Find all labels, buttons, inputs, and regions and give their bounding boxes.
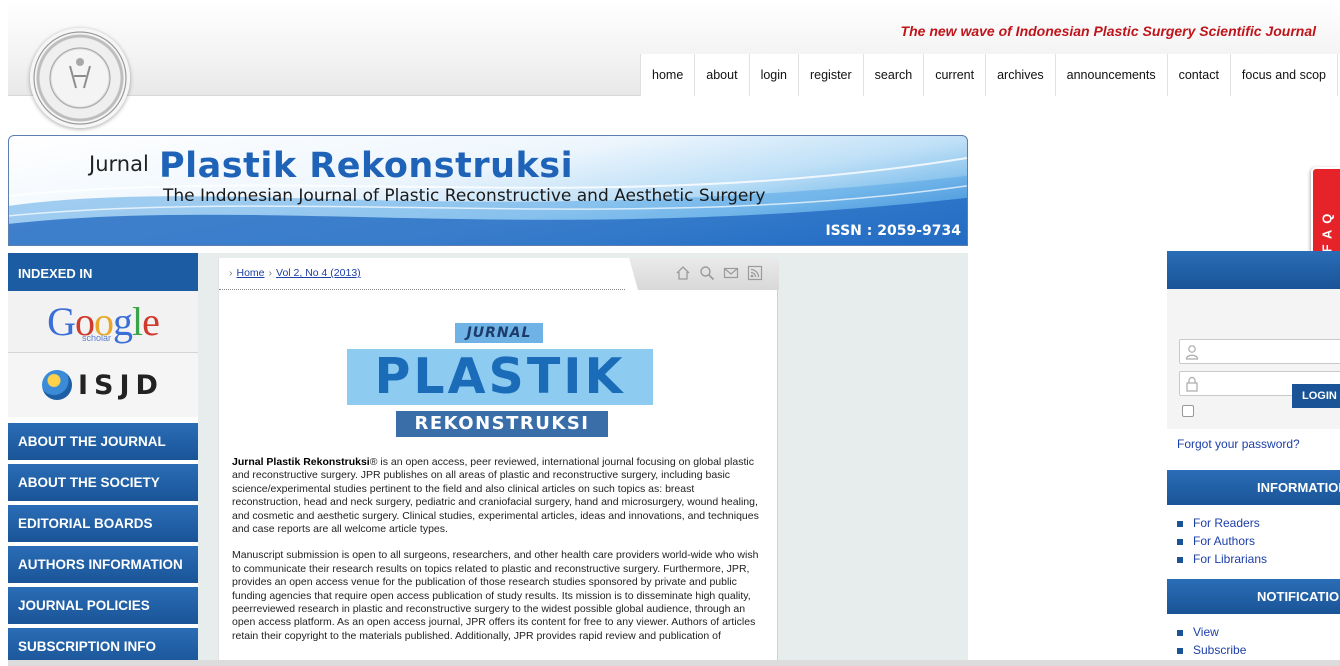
lock-icon	[1186, 376, 1198, 392]
nav-focus-and-scope[interactable]: focus and scop	[1231, 54, 1339, 96]
user-block-heading	[1167, 251, 1340, 289]
login-form	[1167, 289, 1340, 429]
google-letter: l	[132, 298, 143, 344]
link-for-readers[interactable]: For Readers	[1177, 514, 1267, 532]
nav-announcements[interactable]: announcements	[1056, 54, 1168, 96]
society-seal-logo[interactable]	[30, 28, 130, 128]
information-heading: INFORMATION	[1167, 470, 1340, 505]
banner-jurnal-word: Jurnal	[89, 152, 149, 176]
search-icon[interactable]	[699, 265, 715, 281]
nav-register[interactable]: register	[799, 54, 864, 96]
banner-subtitle: The Indonesian Journal of Plastic Recons…	[163, 186, 766, 206]
journal-banner[interactable]: Jurnal Plastik Rekonstruksi The Indonesi…	[8, 135, 968, 246]
nav-archives[interactable]: archives	[986, 54, 1056, 96]
link-subscribe-notifications[interactable]: Subscribe	[1177, 641, 1246, 659]
google-scholar-logo[interactable]: Google scholar	[8, 291, 198, 353]
left-sidebar: INDEXED IN Google scholar ISJD ABOUT THE…	[8, 253, 198, 666]
top-navigation: home about login register search current…	[640, 54, 1340, 96]
nav-login[interactable]: login	[750, 54, 799, 96]
mail-icon[interactable]	[723, 265, 739, 281]
user-icon	[1185, 345, 1199, 360]
jpr-logo-jurnal: JURNAL	[455, 323, 543, 343]
nav-search[interactable]: search	[864, 54, 925, 96]
intro-paragraph-2: Manuscript submission is open to all sur…	[232, 549, 759, 642]
nav-home[interactable]: home	[641, 54, 696, 96]
nav-current[interactable]: current	[924, 54, 987, 96]
google-letter: g	[113, 298, 133, 344]
jpr-logo-rekonstruksi: REKONSTRUKSI	[396, 411, 608, 437]
breadcrumb: › Home › Vol 2, No 4 (2013)	[225, 267, 361, 279]
information-links: For Readers For Authors For Librarians	[1177, 514, 1267, 568]
isjd-logo[interactable]: ISJD	[8, 353, 198, 419]
link-for-authors[interactable]: For Authors	[1177, 532, 1267, 550]
breadcrumb-separator-icon: ›	[268, 267, 273, 279]
google-scholar-subtitle: scholar	[82, 333, 112, 343]
menu-editorial-boards[interactable]: EDITORIAL BOARDS	[8, 505, 198, 542]
intro-paragraph-1: Jurnal Plastik Rekonstruksi® is an open …	[232, 456, 760, 536]
faq-label: FAQ	[1319, 207, 1334, 253]
nav-contact[interactable]: contact	[1168, 54, 1231, 96]
menu-about-the-society[interactable]: ABOUT THE SOCIETY	[8, 464, 198, 501]
username-field[interactable]	[1179, 339, 1340, 364]
menu-about-the-journal[interactable]: ABOUT THE JOURNAL	[8, 423, 198, 460]
menu-journal-policies[interactable]: JOURNAL POLICIES	[8, 587, 198, 624]
breadcrumb-home-link[interactable]: Home	[237, 267, 265, 279]
menu-authors-information[interactable]: AUTHORS INFORMATION	[8, 546, 198, 583]
breadcrumb-issue-link[interactable]: Vol 2, No 4 (2013)	[276, 267, 361, 279]
notifications-heading-label: NOTIFICATIONS	[1257, 589, 1340, 604]
page-tools	[675, 265, 763, 281]
breadcrumb-divider	[219, 289, 625, 290]
site-tagline: The new wave of Indonesian Plastic Surge…	[900, 23, 1316, 39]
link-for-librarians[interactable]: For Librarians	[1177, 550, 1267, 568]
link-view-notifications[interactable]: View	[1177, 623, 1246, 641]
right-sidebar: LOGIN Forgot your password? INFORMATION …	[1167, 251, 1340, 666]
main-content: › Home › Vol 2, No 4 (2013) JURNAL PLASTIK …	[218, 258, 779, 666]
globe-icon	[42, 370, 73, 400]
horizontal-scrollbar[interactable]	[8, 660, 1340, 666]
indexed-in-heading: INDEXED IN	[8, 253, 198, 291]
rss-icon[interactable]	[747, 265, 763, 281]
notification-links: View Subscribe	[1177, 623, 1246, 659]
jpr-logo-plastik: PLASTIK	[347, 349, 653, 405]
home-icon[interactable]	[675, 265, 691, 281]
remember-me-checkbox[interactable]	[1182, 405, 1194, 417]
nav-about[interactable]: about	[695, 54, 750, 96]
top-header: The new wave of Indonesian Plastic Surge…	[8, 0, 1340, 96]
banner-title: Plastik Rekonstruksi	[159, 146, 574, 186]
breadcrumb-separator-icon: ›	[229, 267, 233, 279]
google-letter: G	[47, 298, 76, 344]
jpr-journal-logo: JURNAL PLASTIK REKONSTRUKSI	[347, 323, 653, 439]
information-heading-label: INFORMATION	[1257, 480, 1340, 495]
google-letter: e	[142, 298, 160, 344]
journal-introduction: Jurnal Plastik Rekonstruksi® is an open …	[232, 456, 760, 656]
isjd-wordmark: ISJD	[78, 369, 164, 401]
forgot-password-link[interactable]: Forgot your password?	[1177, 437, 1300, 451]
breadcrumb-bar: › Home › Vol 2, No 4 (2013)	[219, 258, 779, 292]
login-button[interactable]: LOGIN	[1292, 384, 1340, 408]
banner-issn: ISSN : 2059-9734	[825, 223, 961, 239]
notifications-heading: NOTIFICATIONS	[1167, 579, 1340, 614]
journal-name: Jurnal Plastik Rekonstruksi	[232, 456, 370, 468]
